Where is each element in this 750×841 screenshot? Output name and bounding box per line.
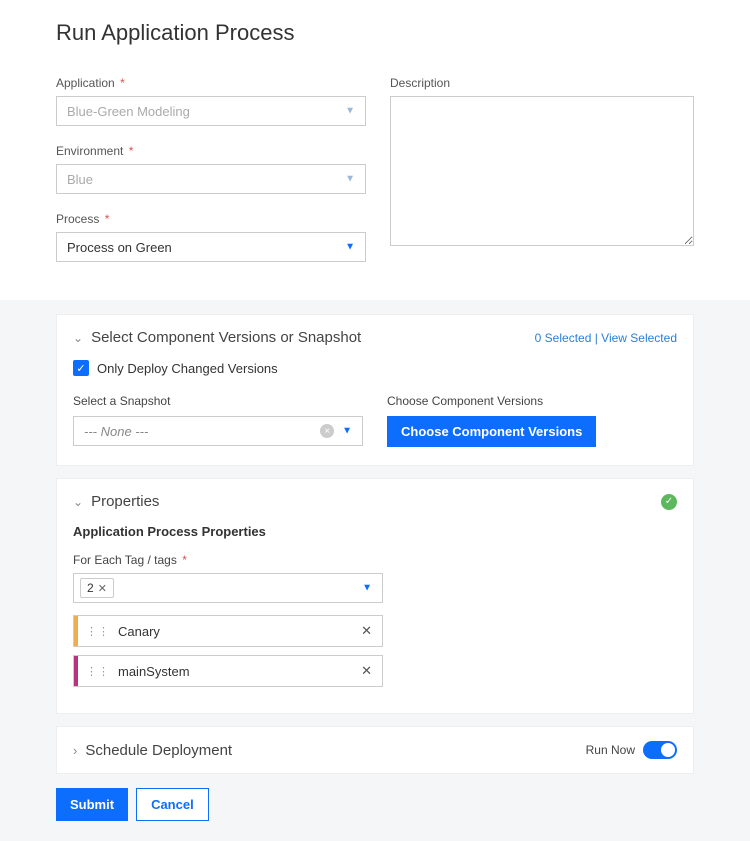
properties-panel-title: Properties (91, 493, 159, 510)
run-now-toggle[interactable] (643, 741, 677, 759)
tag-name: mainSystem (118, 664, 190, 679)
remove-tag-icon[interactable]: ✕ (361, 663, 372, 679)
drag-handle-icon[interactable]: ⋮⋮ (78, 665, 118, 678)
cancel-button[interactable]: Cancel (136, 788, 209, 821)
close-icon[interactable]: ✕ (98, 582, 107, 595)
chevron-down-icon: ▼ (345, 242, 355, 253)
run-now-label: Run Now (586, 743, 635, 757)
versions-panel-title: Select Component Versions or Snapshot (91, 329, 361, 346)
environment-value: Blue (67, 172, 93, 187)
chevron-down-icon: ▼ (342, 426, 352, 437)
versions-panel-header[interactable]: ⌄ Select Component Versions or Snapshot … (57, 315, 693, 360)
view-selected-link[interactable]: 0 Selected | View Selected (535, 331, 677, 345)
properties-panel-header[interactable]: ⌄ Properties ✓ (57, 479, 693, 524)
choose-component-versions-button[interactable]: Choose Component Versions (387, 416, 596, 447)
application-select[interactable]: Blue-Green Modeling ▼ (56, 96, 366, 126)
submit-button[interactable]: Submit (56, 788, 128, 821)
process-select[interactable]: Process on Green ▼ (56, 232, 366, 262)
toggle-knob (661, 743, 675, 757)
tags-label: For Each Tag / tags * (73, 553, 383, 567)
schedule-panel-title: Schedule Deployment (85, 742, 232, 759)
application-value: Blue-Green Modeling (67, 104, 190, 119)
drag-handle-icon[interactable]: ⋮⋮ (78, 625, 118, 638)
deploy-changed-checkbox[interactable]: ✓ (73, 360, 89, 376)
properties-subtitle: Application Process Properties (73, 524, 677, 539)
process-label: Process * (56, 212, 366, 226)
chevron-down-icon: ▼ (345, 106, 355, 117)
check-icon: ✓ (661, 494, 677, 510)
schedule-panel-header[interactable]: › Schedule Deployment Run Now (56, 726, 694, 774)
page-title: Run Application Process (56, 20, 694, 46)
description-textarea[interactable] (390, 96, 694, 246)
tag-item: ⋮⋮ Canary ✕ (73, 615, 383, 647)
remove-tag-icon[interactable]: ✕ (361, 623, 372, 639)
environment-label: Environment * (56, 144, 366, 158)
tags-select[interactable]: 2 ✕ ▼ (73, 573, 383, 603)
snapshot-select[interactable]: --- None --- × ▼ (73, 416, 363, 446)
clear-icon[interactable]: × (320, 424, 334, 438)
deploy-changed-label: Only Deploy Changed Versions (97, 361, 278, 376)
select-snapshot-label: Select a Snapshot (73, 394, 363, 408)
tags-count-chip: 2 ✕ (80, 578, 114, 598)
tag-name: Canary (118, 624, 160, 639)
application-label: Application * (56, 76, 366, 90)
environment-select[interactable]: Blue ▼ (56, 164, 366, 194)
snapshot-value: --- None --- (84, 424, 148, 439)
choose-versions-label: Choose Component Versions (387, 394, 677, 408)
chevron-down-icon: ▼ (345, 174, 355, 185)
description-label: Description (390, 76, 694, 90)
tag-item: ⋮⋮ mainSystem ✕ (73, 655, 383, 687)
chevron-down-icon: ⌄ (73, 331, 83, 345)
chevron-right-icon: › (73, 743, 77, 758)
process-value: Process on Green (67, 240, 172, 255)
chevron-down-icon: ⌄ (73, 495, 83, 509)
chevron-down-icon: ▼ (362, 583, 372, 594)
